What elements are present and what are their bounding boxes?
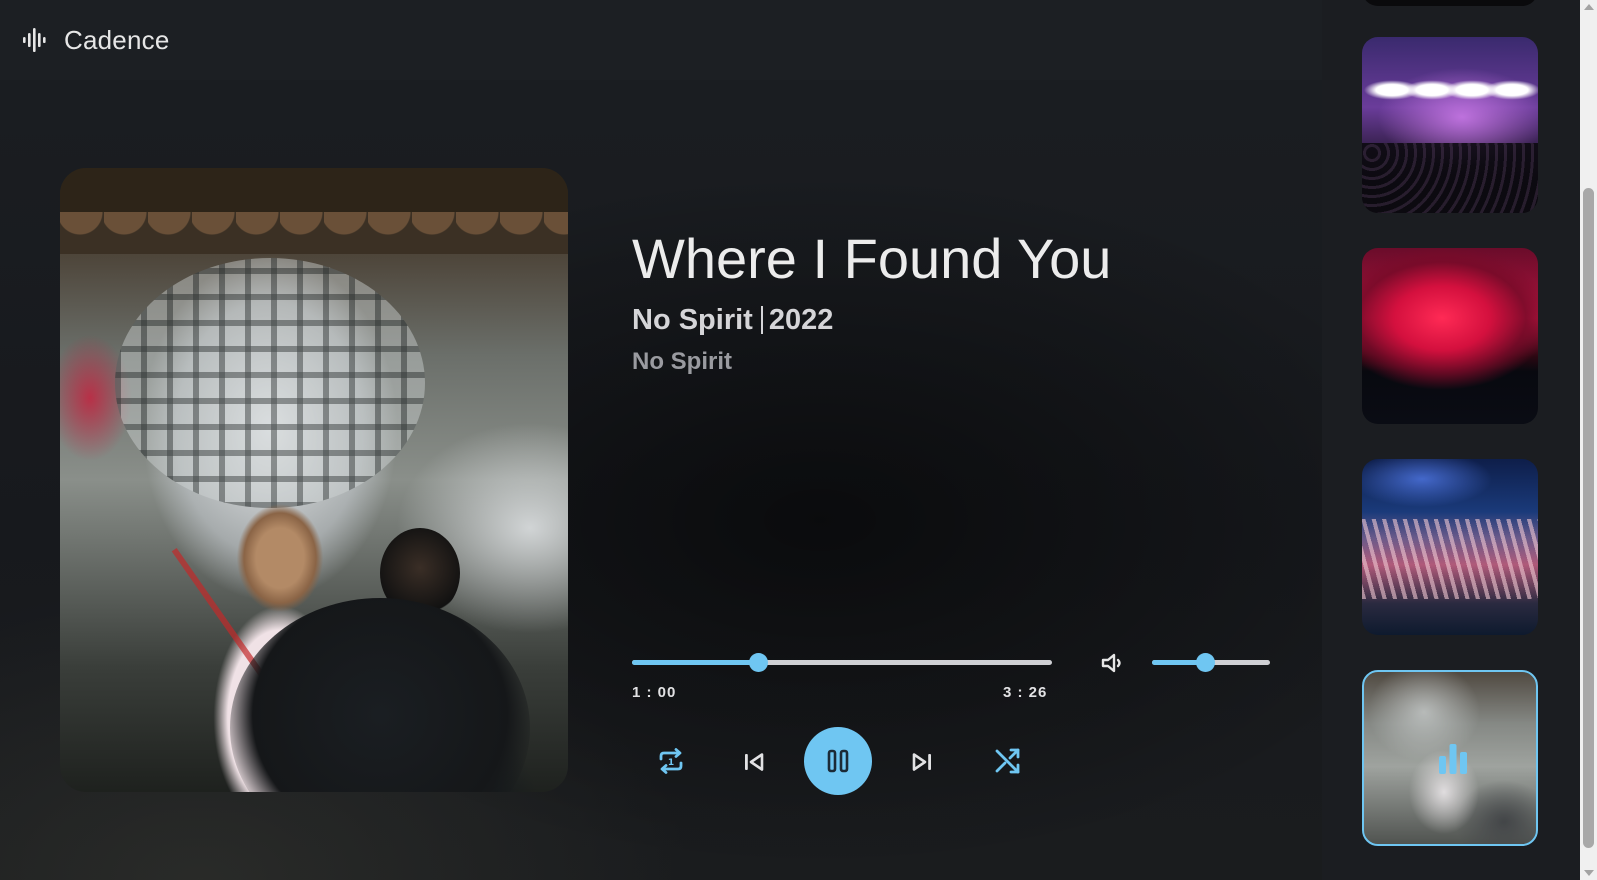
waveform-icon xyxy=(23,28,46,52)
next-button[interactable] xyxy=(908,748,936,776)
separator xyxy=(760,306,763,334)
equalizer-icon xyxy=(1439,744,1467,774)
album-artwork xyxy=(60,168,568,792)
progress-handle[interactable] xyxy=(749,653,768,672)
repeat-icon: 1 xyxy=(659,748,683,774)
scroll-up-arrow[interactable] xyxy=(1584,4,1594,10)
svg-text:1: 1 xyxy=(668,758,674,768)
queue-item-1[interactable] xyxy=(1362,37,1538,213)
song-artist[interactable]: No Spirit xyxy=(632,304,753,336)
song-album[interactable]: No Spirit xyxy=(632,348,732,376)
previous-button[interactable] xyxy=(740,748,768,776)
volume-icon[interactable] xyxy=(1100,651,1126,675)
player-main: Cadence Where I Found You No Spirit 2022 … xyxy=(0,0,1322,880)
shuffle-button[interactable] xyxy=(992,745,1024,777)
scroll-down-arrow[interactable] xyxy=(1584,870,1594,876)
queue-item-active[interactable] xyxy=(1362,670,1538,846)
total-time: 3 : 26 xyxy=(1003,684,1048,701)
song-title: Where I Found You xyxy=(632,227,1112,290)
app-title: Cadence xyxy=(64,24,170,55)
volume-handle[interactable] xyxy=(1196,653,1216,672)
app-header: Cadence xyxy=(0,0,1322,80)
play-pause-button[interactable] xyxy=(804,727,872,795)
volume-slider[interactable] xyxy=(1152,653,1270,672)
pause-icon xyxy=(827,749,849,773)
progress-slider[interactable] xyxy=(632,653,1052,672)
shuffle-icon xyxy=(995,748,1020,774)
skip-next-icon xyxy=(912,753,931,771)
scroll-thumb[interactable] xyxy=(1583,188,1594,848)
queue-sidebar xyxy=(1322,0,1580,880)
repeat-button[interactable]: 1 xyxy=(655,745,687,777)
progress-fill xyxy=(632,660,758,665)
skip-previous-icon xyxy=(745,753,764,771)
queue-item-2[interactable] xyxy=(1362,248,1538,424)
current-time: 1 : 00 xyxy=(632,684,677,701)
queue-item-3[interactable] xyxy=(1362,459,1538,635)
song-artist-year: No Spirit 2022 xyxy=(632,304,833,337)
queue-item-top[interactable] xyxy=(1362,0,1538,6)
song-year: 2022 xyxy=(768,304,834,336)
page-scrollbar[interactable] xyxy=(1580,0,1597,880)
